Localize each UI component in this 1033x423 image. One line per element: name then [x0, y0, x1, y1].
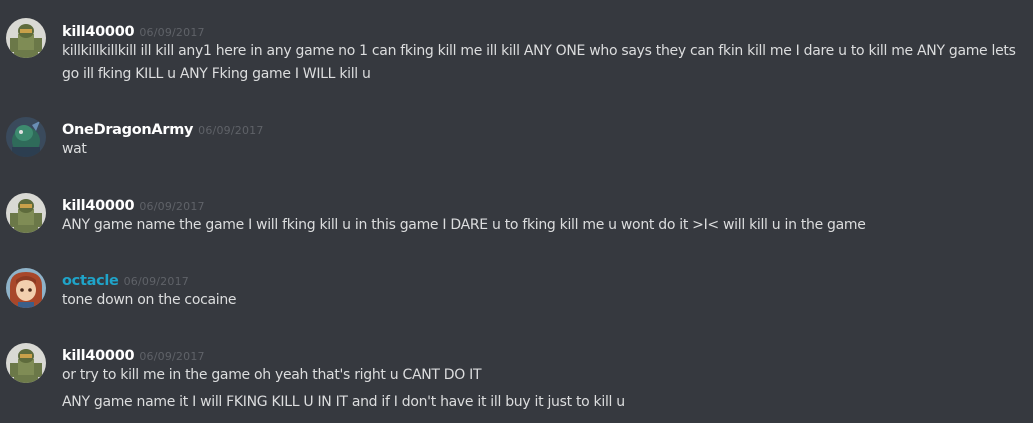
message-timestamp: 06/09/2017: [123, 275, 189, 288]
message-timestamp: 06/09/2017: [139, 200, 205, 213]
avatar[interactable]: [6, 268, 46, 308]
message-text: ANY game name it I will FKING KILL U IN …: [62, 394, 625, 410]
dragon-avatar-icon: [6, 117, 46, 157]
message-timestamp: 06/09/2017: [139, 26, 205, 39]
soldier-avatar-icon: [6, 18, 46, 58]
message-text: killkillkillkill ill kill any1 here in a…: [62, 43, 1016, 59]
message-author[interactable]: octacle: [62, 273, 119, 289]
message-text: tone down on the cocaine: [62, 292, 237, 308]
anime-girl-avatar-icon: [6, 268, 46, 308]
avatar[interactable]: [6, 117, 46, 157]
message-timestamp: 06/09/2017: [198, 124, 264, 137]
message-author[interactable]: kill40000: [62, 198, 135, 214]
message-text: wat: [62, 141, 87, 157]
message-timestamp: 06/09/2017: [139, 350, 205, 363]
message-text: go ill fking KILL u ANY Fking game I WIL…: [62, 66, 371, 82]
message-author[interactable]: kill40000: [62, 348, 135, 364]
soldier-avatar-icon: [6, 343, 46, 383]
message-author[interactable]: OneDragonArmy: [62, 122, 193, 138]
message-text: ANY game name the game I will fking kill…: [62, 217, 866, 233]
avatar[interactable]: [6, 343, 46, 383]
message-author[interactable]: kill40000: [62, 24, 135, 40]
soldier-avatar-icon: [6, 193, 46, 233]
message-text: or try to kill me in the game oh yeah th…: [62, 367, 482, 383]
avatar[interactable]: [6, 18, 46, 58]
avatar[interactable]: [6, 193, 46, 233]
